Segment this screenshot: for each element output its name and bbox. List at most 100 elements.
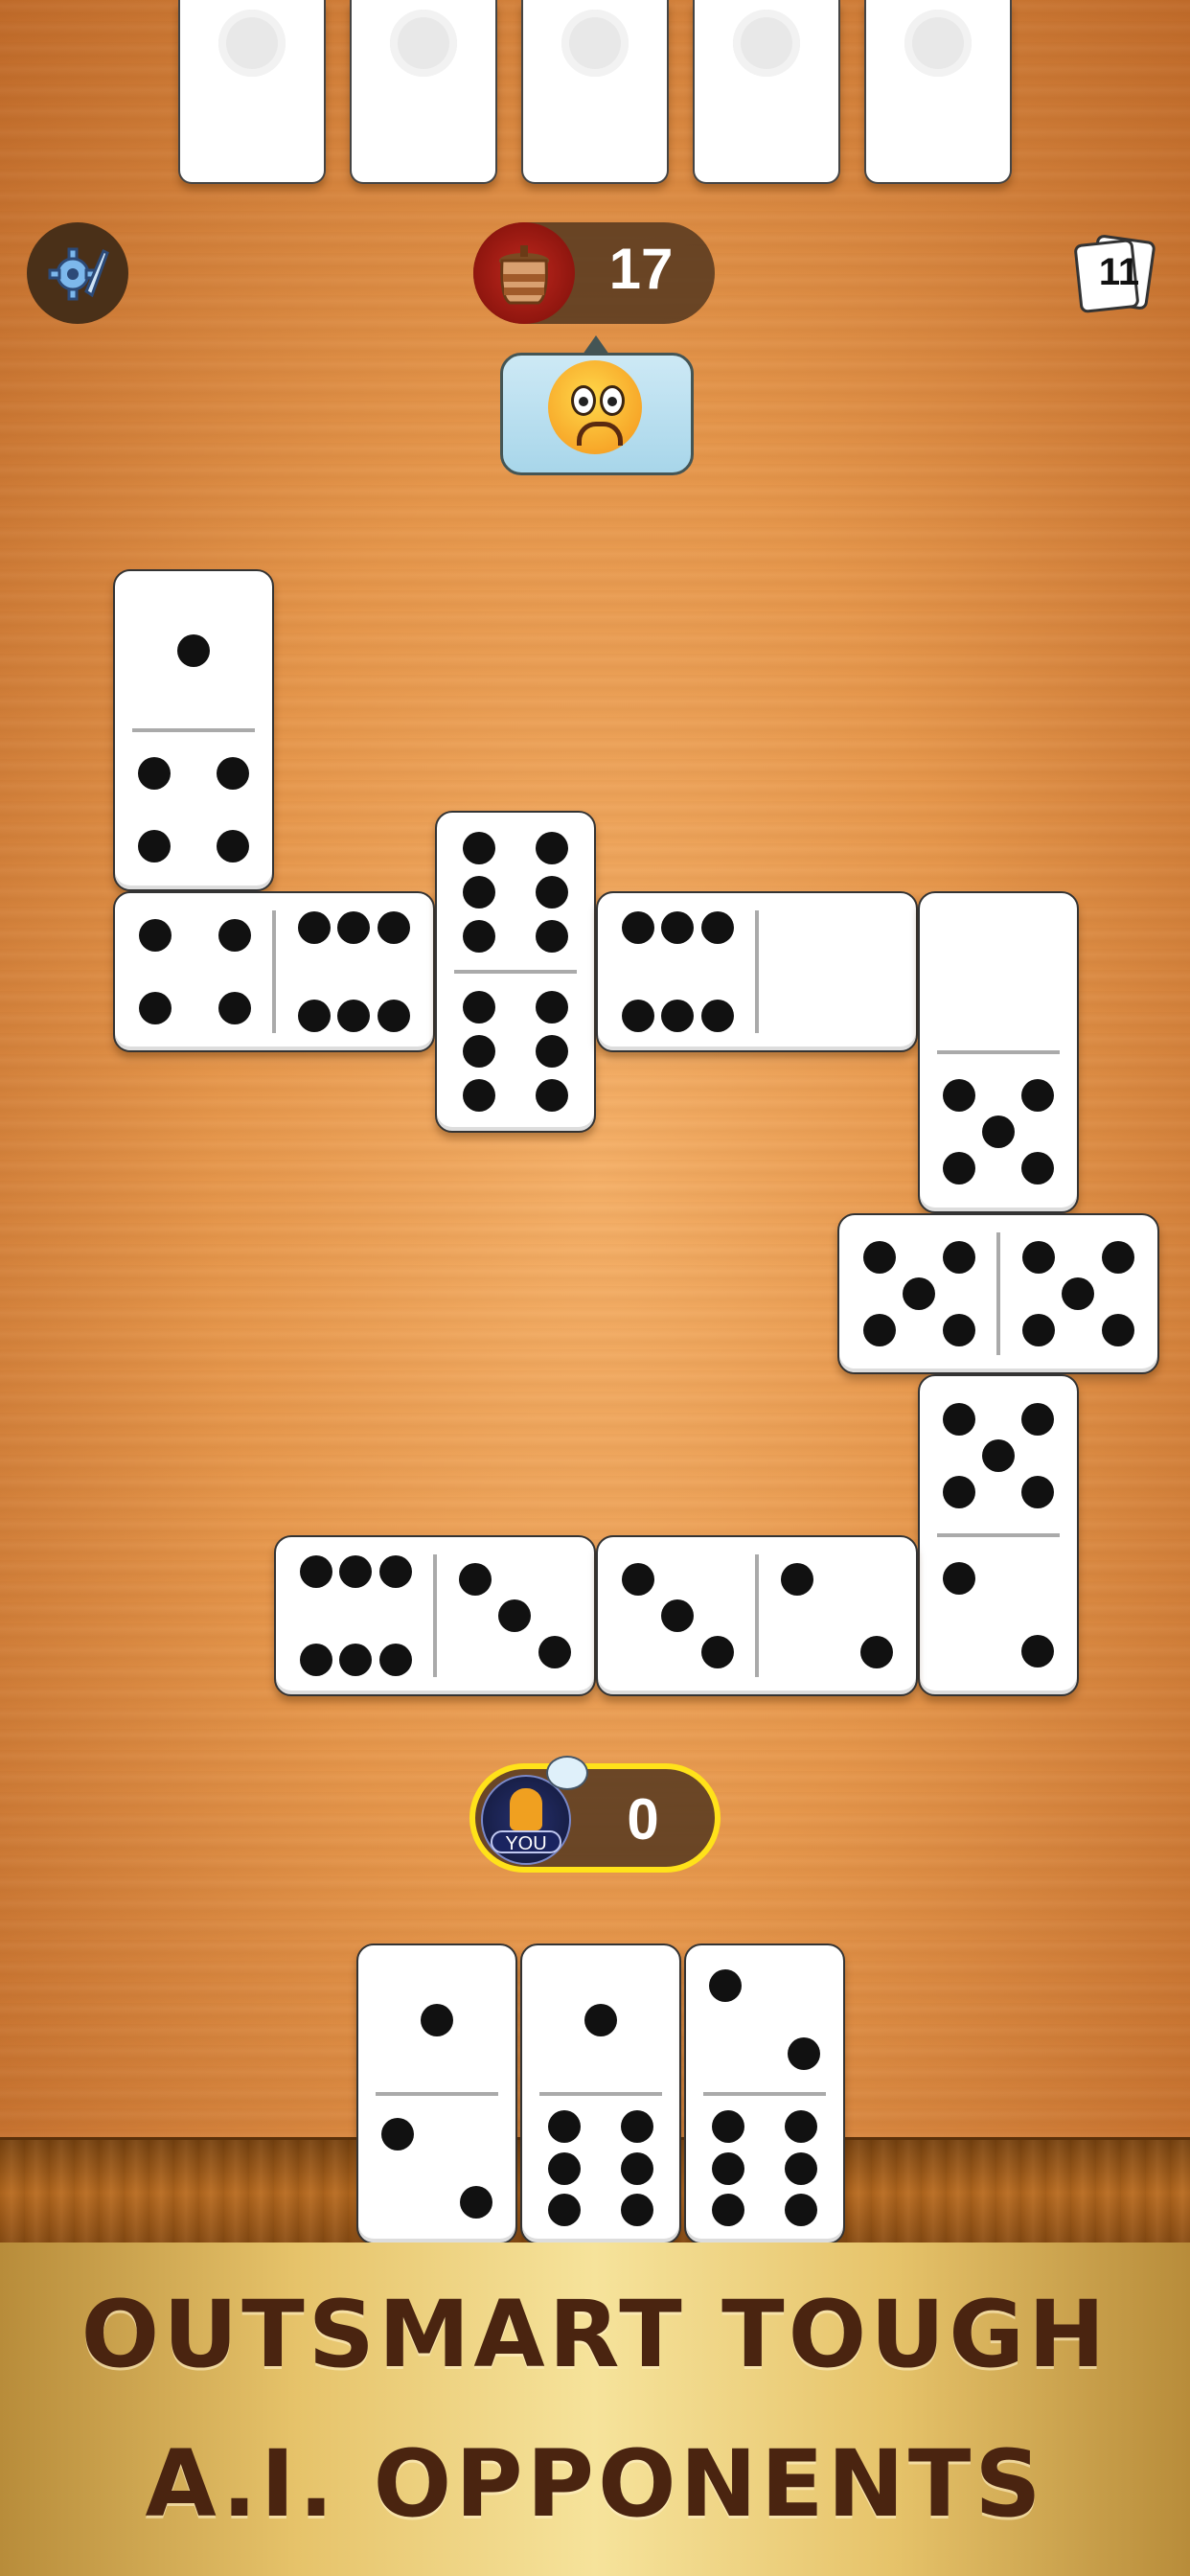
board-domino (918, 1374, 1079, 1696)
person-icon (510, 1788, 542, 1830)
pip (535, 1035, 568, 1068)
chat-bubble-icon[interactable] (546, 1756, 588, 1790)
pip (982, 1116, 1015, 1148)
pip (217, 919, 251, 953)
pip (942, 1313, 975, 1346)
tile-divider (996, 1232, 1000, 1355)
pip (700, 1635, 734, 1668)
tile-divider (433, 1554, 437, 1677)
pip (1101, 1241, 1134, 1275)
pip (460, 2186, 492, 2220)
tile-divider (937, 1533, 1060, 1537)
pip (339, 1555, 372, 1589)
pip (177, 634, 210, 667)
opponent-tile-back (521, 0, 669, 184)
pip (138, 919, 172, 953)
pip (784, 2110, 817, 2144)
pip (463, 831, 496, 864)
opponent-tile-back (178, 0, 326, 184)
tile-divider (755, 1554, 759, 1677)
pip (463, 876, 496, 908)
tile-divider (454, 970, 577, 974)
honey-pot-icon (499, 245, 549, 305)
board-domino (435, 811, 596, 1133)
logo-mark-icon (561, 10, 629, 77)
pip (535, 990, 568, 1024)
bubble-tail (583, 335, 609, 355)
hand-domino[interactable] (684, 1944, 845, 2244)
logo-mark-icon (904, 10, 972, 77)
pip (943, 1476, 975, 1509)
pip (621, 999, 654, 1032)
pip (138, 756, 171, 790)
pip (297, 911, 331, 945)
board-domino (113, 891, 435, 1052)
tile-divider (376, 2092, 498, 2096)
pip (700, 999, 734, 1032)
pip (712, 2151, 745, 2185)
pip (903, 1277, 935, 1310)
pip (378, 1555, 412, 1589)
logo-mark-icon (390, 10, 457, 77)
logo-mark-icon (733, 10, 800, 77)
pip (943, 1078, 975, 1112)
pip (548, 2193, 582, 2226)
tile-divider (937, 1050, 1060, 1054)
pip (712, 2193, 745, 2226)
pip (138, 830, 171, 863)
pip (712, 2110, 745, 2144)
pip (1021, 1152, 1054, 1185)
pip (1021, 1078, 1054, 1112)
opponent-avatar (473, 222, 575, 324)
pip (217, 991, 251, 1024)
logo-mark-icon (218, 10, 286, 77)
pip (1021, 1635, 1054, 1668)
pip (620, 2193, 653, 2226)
pip (299, 1555, 332, 1589)
board-domino (918, 891, 1079, 1213)
pip (339, 1643, 372, 1676)
pip (942, 1241, 975, 1275)
hand-domino[interactable] (520, 1944, 681, 2244)
opponent-score-pill: 17 (473, 222, 715, 324)
pip (943, 1402, 975, 1436)
pip (337, 999, 370, 1032)
settings-button[interactable] (27, 222, 128, 324)
board-domino (596, 1535, 918, 1696)
pip (1101, 1313, 1134, 1346)
pip (377, 999, 410, 1032)
pip (535, 831, 568, 864)
pip (1021, 1476, 1054, 1509)
pip (535, 876, 568, 908)
pip (621, 1563, 654, 1597)
board-domino (837, 1213, 1159, 1374)
pip (784, 2151, 817, 2185)
board-domino (113, 569, 274, 891)
pip (538, 1635, 571, 1668)
pip (621, 911, 654, 945)
pip (458, 1563, 492, 1597)
pip (620, 2151, 653, 2185)
tile-divider (539, 2092, 662, 2096)
opponent-tile-back (693, 0, 840, 184)
pip (421, 2003, 453, 2036)
opponent-score: 17 (608, 237, 674, 301)
pip (535, 1079, 568, 1113)
pip (463, 990, 496, 1024)
pip (661, 1599, 694, 1632)
pip (1021, 1241, 1055, 1275)
boneyard-button[interactable]: 11 (1071, 234, 1156, 314)
hand-domino[interactable] (356, 1944, 517, 2244)
pip (381, 2117, 414, 2150)
pip (700, 911, 734, 945)
pip (584, 2003, 617, 2036)
pip (982, 1439, 1015, 1472)
pip (463, 1079, 496, 1113)
pip (862, 1313, 896, 1346)
pip (548, 2110, 582, 2144)
pip (498, 1599, 531, 1632)
pip (1062, 1277, 1094, 1310)
pip (217, 756, 249, 790)
pip (784, 2193, 817, 2226)
pip (1021, 1313, 1055, 1346)
